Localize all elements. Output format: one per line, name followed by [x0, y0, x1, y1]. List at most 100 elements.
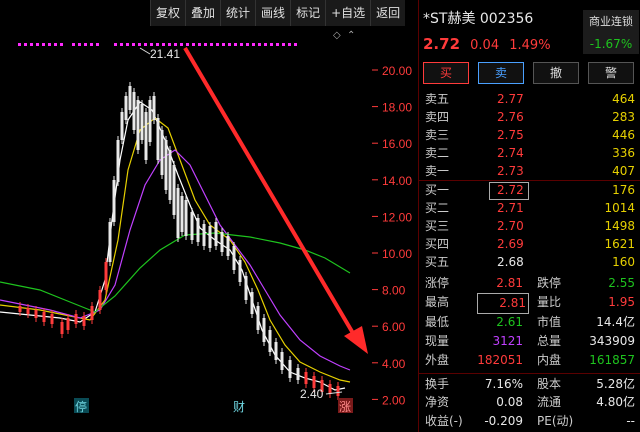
candle-body [202, 224, 206, 246]
signal-dot [72, 43, 75, 46]
candle-body [18, 306, 22, 312]
signal-dot [168, 43, 171, 46]
ma5-line [0, 101, 346, 391]
ask-label: 卖五 [425, 92, 450, 106]
bid-row-2[interactable]: 买二 2.71 1014 [419, 199, 640, 217]
bid-volume: 1621 [604, 237, 635, 251]
last-price: 2.72 [423, 35, 461, 53]
bid-volume: 176 [612, 183, 635, 197]
candle-body [232, 246, 236, 270]
y-tick-label: 20.00 [382, 64, 412, 78]
add-watchlist-button[interactable]: +自选 [325, 0, 371, 26]
candle-body [280, 352, 284, 370]
kline-chart[interactable]: ◇ ⌃ 20.00 18.00 16.00 14.00 12.00 10.00 8.00 6.00… [0, 0, 418, 432]
candle-body [42, 312, 46, 322]
alert-button[interactable]: 警 [588, 62, 634, 84]
signal-dot [198, 43, 201, 46]
stat-label: 外盘 [425, 353, 450, 367]
bid-row-5[interactable]: 买五 2.68 160 [419, 253, 640, 271]
sell-button[interactable]: 卖 [478, 62, 524, 84]
signal-dot [54, 43, 57, 46]
fuquan-button[interactable]: 复权 [150, 0, 186, 26]
stat-value: 5.28亿 [596, 377, 635, 391]
low-price-label: 2.40 [300, 387, 324, 401]
overlay-button[interactable]: 叠加 [185, 0, 221, 26]
signal-dot [228, 43, 231, 46]
stat-row: 净资 0.08 流通 4.80亿 [419, 393, 640, 412]
candle-body [60, 322, 64, 334]
bid-row-1[interactable]: 买一 2.72 176 [419, 181, 640, 199]
candle-body [304, 372, 308, 384]
ask-row-5[interactable]: 卖五 2.77 464 [419, 90, 640, 108]
stat-label: 跌停 [537, 276, 562, 290]
bid-row-3[interactable]: 买三 2.70 1498 [419, 217, 640, 235]
back-button[interactable]: 返回 [370, 0, 406, 26]
ask-row-3[interactable]: 卖三 2.75 446 [419, 126, 640, 144]
signal-dot [132, 43, 135, 46]
y-tick-label: 18.00 [382, 101, 412, 115]
candle-body [50, 314, 54, 324]
candle-body [136, 100, 140, 150]
ask-row-1[interactable]: 卖一 2.73 407 [419, 162, 640, 180]
candle-body [172, 165, 176, 215]
stat-value: -0.209 [484, 414, 523, 428]
candle-body [144, 112, 148, 160]
candle-body [176, 188, 180, 238]
bid-label: 买四 [425, 237, 450, 251]
statistics-button[interactable]: 统计 [220, 0, 256, 26]
mark-button[interactable]: 标记 [290, 0, 326, 26]
signal-dot [270, 43, 273, 46]
sector-percent: -1.67% [589, 37, 633, 51]
signal-dot [144, 43, 147, 46]
buy-button[interactable]: 买 [423, 62, 469, 84]
stat-value: 4.80亿 [596, 395, 635, 409]
cancel-order-button[interactable]: 撤 [533, 62, 579, 84]
stock-header: *ST赫美 002356 商业连锁 -1.67% 2.72 0.04 1.49% [419, 0, 640, 56]
stat-value: 2.55 [608, 276, 635, 290]
ask-row-4[interactable]: 卖四 2.76 283 [419, 108, 640, 126]
stat-label: 内盘 [537, 353, 562, 367]
bid-row-4[interactable]: 买四 2.69 1621 [419, 235, 640, 253]
ask-volume: 464 [612, 92, 635, 106]
bid-volume: 160 [612, 255, 635, 269]
stat-row: 涨停 2.81 跌停 2.55 [419, 274, 640, 293]
ask-volume: 446 [612, 128, 635, 142]
bid-volume: 1014 [604, 201, 635, 215]
stat-value: -- [626, 414, 635, 428]
candle-body [124, 96, 128, 120]
candle-body [74, 314, 78, 324]
signal-dot [210, 43, 213, 46]
candle-body [128, 86, 132, 110]
candle-body [90, 306, 94, 320]
stat-label: 股本 [537, 377, 562, 391]
candle-body [268, 330, 272, 352]
stat-label: 现量 [425, 334, 450, 348]
draw-line-button[interactable]: 画线 [255, 0, 291, 26]
ask-row-2[interactable]: 卖二 2.74 336 [419, 144, 640, 162]
signal-dot [84, 43, 87, 46]
candle-body [82, 316, 86, 326]
signal-dot [234, 43, 237, 46]
candle-body [34, 310, 38, 318]
signal-dot [138, 43, 141, 46]
stat-value: 7.16% [484, 377, 523, 391]
stat-row: 最低 2.61 市值 14.4亿 [419, 313, 640, 332]
signal-dot [126, 43, 129, 46]
candle-body [180, 196, 184, 232]
signal-dot [48, 43, 51, 46]
candle-body [288, 360, 292, 378]
kline-svg[interactable]: ◇ ⌃ 20.00 18.00 16.00 14.00 12.00 10.00 8.00 6.00… [0, 0, 418, 432]
signal-dot [222, 43, 225, 46]
candle-body [148, 100, 152, 142]
trade-buttons: 买 卖 撤 警 [423, 62, 634, 84]
quote-panel: *ST赫美 002356 商业连锁 -1.67% 2.72 0.04 1.49%… [418, 0, 640, 432]
stat-value: 14.4亿 [596, 315, 635, 329]
limit-marker: 涨 [339, 399, 351, 414]
stock-name[interactable]: *ST赫美 002356 [423, 8, 533, 28]
y-tick-label: 8.00 [382, 284, 406, 298]
stat-label: 最高 [425, 295, 450, 309]
signal-dot [282, 43, 285, 46]
ask-price: 2.76 [497, 110, 524, 124]
sector-box[interactable]: 商业连锁 -1.67% [583, 10, 639, 54]
signal-dot [150, 43, 153, 46]
